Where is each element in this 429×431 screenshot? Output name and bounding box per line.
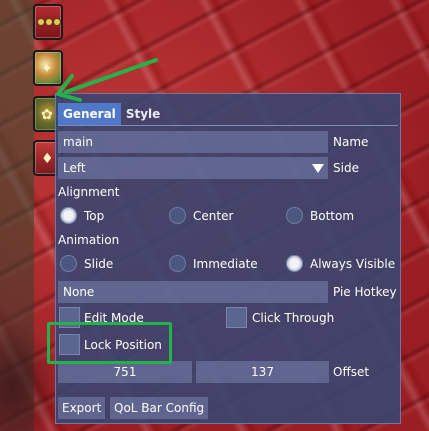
tab-bar: General Style	[58, 103, 165, 125]
item-icon: ♦	[41, 151, 54, 167]
side-label: Side	[333, 161, 359, 175]
animation-immediate-label: Immediate	[193, 257, 258, 271]
pie-hotkey-input[interactable]: None	[58, 281, 328, 303]
alignment-heading: Alignment	[58, 185, 120, 199]
animation-slide-radio[interactable]	[60, 255, 77, 272]
animation-slide-label: Slide	[84, 257, 114, 271]
pie-hotkey-label: Pie Hotkey	[333, 285, 397, 299]
tab-divider	[58, 125, 398, 126]
alignment-center-label: Center	[193, 209, 234, 223]
offset-x-input[interactable]: 751	[58, 361, 192, 383]
alignment-bottom-radio[interactable]	[286, 207, 303, 224]
item-icon: ✦	[41, 61, 53, 77]
bar-config-panel: General Style main Name Left Side Alignm…	[55, 93, 401, 424]
name-label: Name	[333, 135, 369, 149]
tab-general[interactable]: General	[58, 103, 121, 125]
alignment-bottom-label: Bottom	[310, 209, 355, 223]
alignment-top-radio[interactable]	[60, 207, 77, 224]
triangle-down-icon	[312, 164, 324, 173]
export-button[interactable]: Export	[58, 397, 106, 419]
tab-style[interactable]: Style	[121, 103, 165, 125]
name-input[interactable]: main	[58, 131, 328, 153]
ellipsis-icon	[38, 19, 60, 25]
animation-heading: Animation	[58, 233, 120, 247]
item-icon: ✿	[41, 107, 53, 123]
qol-bar-config-button[interactable]: QoL Bar Config	[110, 397, 209, 419]
side-dropdown[interactable]: Left	[58, 157, 308, 179]
animation-immediate-radio[interactable]	[169, 255, 186, 272]
offset-label: Offset	[333, 365, 370, 379]
click-through-checkbox[interactable]	[226, 307, 247, 328]
alignment-center-radio[interactable]	[169, 207, 186, 224]
offset-y-input[interactable]: 137	[196, 361, 329, 383]
click-through-label: Click Through	[252, 311, 335, 325]
animation-always-visible-radio[interactable]	[286, 255, 303, 272]
bar-menu-button[interactable]	[33, 4, 63, 40]
alignment-top-label: Top	[84, 209, 105, 223]
lock-position-highlight	[47, 322, 172, 364]
animation-always-visible-label: Always Visible	[310, 257, 396, 271]
side-dropdown-toggle[interactable]	[308, 157, 328, 179]
bar-item-button-1[interactable]: ✦	[33, 50, 63, 86]
